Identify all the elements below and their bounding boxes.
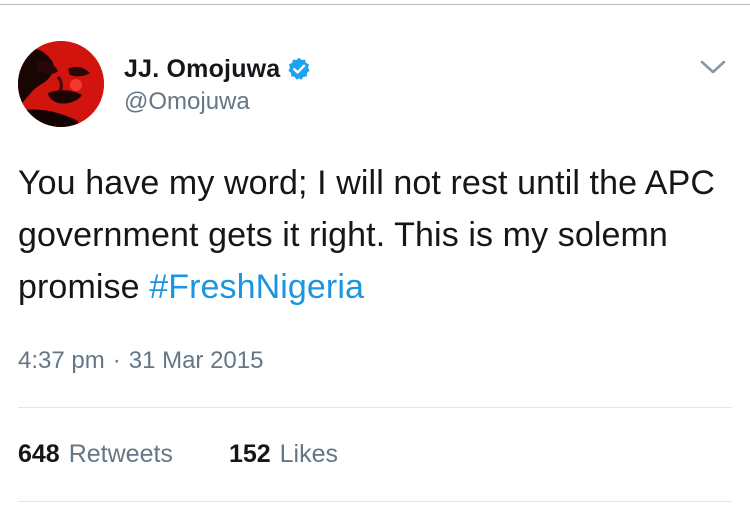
avatar[interactable] <box>18 41 104 127</box>
tweet-stats: 648 Retweets 152 Likes <box>18 440 338 469</box>
author-display-name[interactable]: JJ. Omojuwa <box>124 55 280 84</box>
verified-badge-icon <box>287 57 311 81</box>
divider <box>18 407 732 408</box>
tweet-card: JJ. Omojuwa @Omojuwa You have my word; I… <box>0 0 750 507</box>
likes-count: 152 <box>228 440 271 468</box>
author-handle[interactable]: @Omojuwa <box>124 88 250 116</box>
divider <box>18 501 732 502</box>
tweet-time: 4:37 pm <box>18 347 105 374</box>
hashtag-link[interactable]: #FreshNigeria <box>149 268 364 306</box>
chevron-down-icon <box>700 60 726 74</box>
retweets-count: 648 <box>18 440 60 468</box>
timestamp-separator: · <box>112 347 121 374</box>
tweet-date: 31 Mar 2015 <box>128 347 264 374</box>
author-name-row: JJ. Omojuwa <box>124 54 311 84</box>
tweet-timestamp[interactable]: 4:37 pm · 31 Mar 2015 <box>18 347 263 375</box>
tweet-body-text: You have my word; I will not rest until … <box>18 164 716 306</box>
avatar-image <box>18 41 104 127</box>
more-options-button[interactable] <box>696 52 730 82</box>
likes-label: Likes <box>279 440 339 468</box>
retweets-stat[interactable]: 648 Retweets <box>18 440 173 469</box>
likes-stat[interactable]: 152 Likes <box>229 440 338 469</box>
retweets-label: Retweets <box>68 440 173 468</box>
tweet-text: You have my word; I will not rest until … <box>18 157 738 313</box>
